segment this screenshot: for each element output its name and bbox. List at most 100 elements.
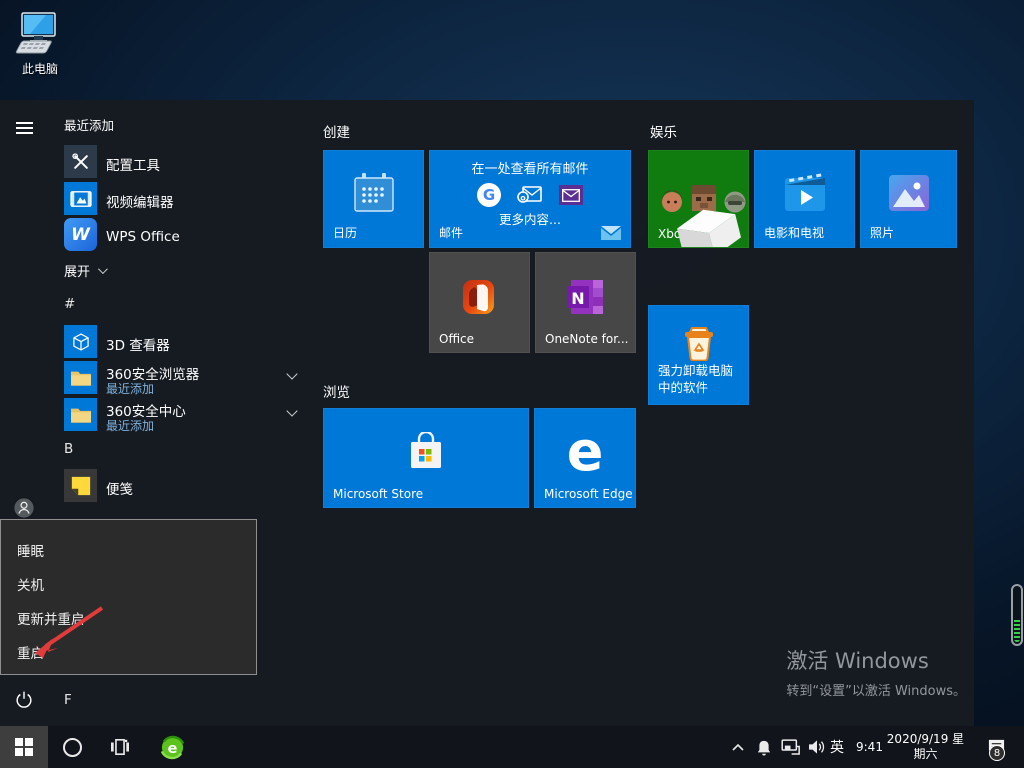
app-sublabel: 最近添加: [106, 419, 155, 433]
folder-icon: [64, 398, 97, 431]
expand-button[interactable]: 展开: [64, 261, 108, 280]
tray-clock[interactable]: 9:41 2020/9/19 星期六: [856, 726, 968, 768]
tile-label: Microsoft Store: [333, 487, 424, 501]
svg-text:N: N: [571, 289, 584, 308]
desktop-icon-this-pc[interactable]: 此电脑: [6, 10, 74, 77]
tray-network[interactable]: [781, 726, 800, 768]
outlook-icon: o: [517, 186, 542, 203]
taskbar: e 英 9:41 2020/9/19 星期六: [0, 726, 1024, 768]
expand-label: 展开: [64, 265, 91, 280]
windows-logo-icon: [15, 738, 33, 756]
app-item-360-center[interactable]: 360安全中心 最近添加: [60, 398, 310, 436]
gauge-level: [1014, 618, 1020, 642]
task-view-icon: [111, 738, 129, 756]
tile-photos[interactable]: 照片: [860, 150, 957, 248]
edge-icon: e: [566, 420, 604, 484]
app-label: 3D 查看器: [106, 338, 170, 354]
tile-mail[interactable]: 在一处查看所有邮件 G o 更多内容... 邮件: [429, 150, 631, 248]
tile-label: 邮件: [439, 226, 464, 240]
clock-date: 2020/9/19 星期六: [886, 732, 965, 761]
mail-headline: 在一处查看所有邮件: [471, 162, 589, 177]
power-button[interactable]: [0, 676, 48, 724]
google-icon: G: [477, 183, 501, 207]
menu-item-sleep[interactable]: 睡眠: [17, 540, 44, 560]
clock-time: 9:41: [856, 739, 883, 754]
chevron-down-icon[interactable]: [286, 368, 298, 380]
tile-microsoft-edge[interactable]: e Microsoft Edge: [534, 408, 636, 508]
task-view-button[interactable]: [96, 726, 144, 768]
start-button[interactable]: [0, 726, 48, 768]
app-item-config-tools[interactable]: 配置工具: [60, 145, 310, 183]
tray-volume[interactable]: [808, 726, 826, 768]
section-letter-hash[interactable]: #: [64, 296, 96, 318]
tray-notification-bell[interactable]: [756, 726, 772, 768]
movies-tv-icon: [782, 172, 828, 214]
trash-bin-icon: [682, 325, 716, 362]
group-header-browse[interactable]: 浏览: [323, 381, 350, 401]
video-editor-icon: [64, 182, 97, 215]
svg-text:e: e: [167, 740, 177, 756]
tile-microsoft-store[interactable]: Microsoft Store: [323, 408, 529, 508]
menu-item-shutdown[interactable]: 关机: [17, 574, 44, 594]
tile-office[interactable]: Office: [429, 252, 530, 353]
tile-label: 电影和电视: [764, 226, 825, 240]
yahoo-mail-icon: [559, 185, 583, 205]
app-sublabel: 最近添加: [106, 382, 155, 396]
bell-icon: [757, 740, 771, 755]
office-icon: [459, 276, 501, 318]
photos-icon: [887, 173, 931, 213]
group-header-entertainment[interactable]: 娱乐: [650, 121, 677, 141]
chevron-up-icon: [732, 743, 744, 751]
onenote-icon: N: [565, 276, 607, 318]
tile-xbox[interactable]: Xbox: [648, 150, 749, 248]
tile-label: OneNote for...: [545, 332, 629, 346]
chevron-down-icon[interactable]: [286, 405, 298, 417]
tile-uninstaller[interactable]: 强力卸载电脑中的软件: [648, 305, 749, 405]
section-letter-f[interactable]: F: [64, 692, 96, 714]
tile-label: Microsoft Edge: [544, 487, 633, 501]
folder-icon: [64, 361, 97, 394]
mail-envelope-icon: [601, 226, 621, 240]
tile-calendar[interactable]: 日历: [323, 150, 424, 248]
hamburger-icon: [15, 119, 33, 137]
app-label: WPS Office: [106, 229, 180, 245]
ethernet-icon: [781, 739, 800, 755]
browser-360-button[interactable]: e: [148, 726, 196, 768]
computer-icon: [15, 12, 56, 54]
app-item-wps-office[interactable]: W WPS Office: [60, 218, 310, 256]
app-label: 便笺: [106, 482, 133, 498]
activation-subtitle: 转到“设置”以激活 Windows。: [786, 684, 966, 699]
section-letter-b[interactable]: B: [64, 441, 96, 463]
menu-expand-button[interactable]: [0, 104, 48, 152]
sticky-notes-icon: [64, 469, 97, 502]
tray-hidden-icons[interactable]: [732, 726, 744, 768]
tray-ime-indicator[interactable]: 英: [830, 726, 856, 768]
group-header-create[interactable]: 创建: [323, 121, 350, 141]
browser-360-icon: e: [160, 735, 185, 760]
notification-count-badge: 8: [989, 745, 1005, 761]
tile-label: 日历: [333, 226, 358, 240]
calendar-icon: [353, 173, 395, 213]
config-tools-icon: [64, 145, 97, 178]
svg-text:o: o: [520, 194, 526, 203]
app-label: 视频编辑器: [106, 195, 174, 211]
store-icon: [404, 432, 448, 472]
app-item-3d-viewer[interactable]: 3D 查看器: [60, 325, 310, 363]
red-arrow-annotation: [35, 606, 104, 658]
activation-watermark: 激活 Windows 转到“设置”以激活 Windows。: [786, 645, 966, 699]
tile-onenote[interactable]: N OneNote for...: [535, 252, 636, 353]
activation-title: 激活 Windows: [786, 649, 929, 673]
memory-gauge-widget: [1011, 584, 1023, 646]
app-label: 配置工具: [106, 158, 160, 174]
app-item-video-editor[interactable]: 视频编辑器: [60, 182, 310, 220]
user-avatar-icon: [14, 498, 34, 518]
cortana-button[interactable]: [48, 726, 96, 768]
wps-office-icon: W: [64, 218, 97, 251]
tile-movies-tv[interactable]: 电影和电视: [754, 150, 855, 248]
app-item-sticky-notes[interactable]: 便笺: [60, 469, 310, 507]
cortana-circle-icon: [62, 737, 82, 757]
tile-label: Office: [439, 332, 475, 346]
app-item-360-browser[interactable]: 360安全浏览器 最近添加: [60, 361, 310, 399]
tile-label: 强力卸载电脑中的软件: [658, 363, 734, 395]
3d-viewer-icon: [64, 325, 97, 358]
